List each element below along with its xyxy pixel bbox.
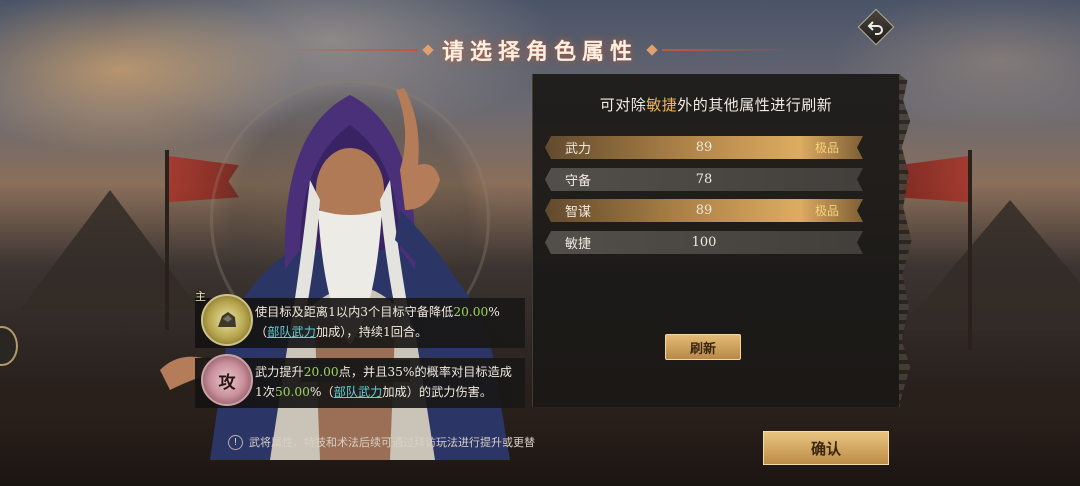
subtitle-text: 外的其他属性进行刷新	[677, 96, 833, 114]
header-ornament	[422, 44, 434, 56]
panel-subtitle: 可对除敏捷外的其他属性进行刷新	[533, 94, 899, 115]
stat-grade-badge: 极品	[814, 141, 839, 155]
hero-portrait	[150, 70, 530, 470]
skill-text: 武力提升	[255, 365, 304, 379]
header-ornament	[646, 44, 658, 56]
stat-row-intelligence: 智谋 89 极品	[545, 199, 863, 222]
subtitle-highlight: 敏捷	[646, 96, 678, 114]
stat-grade-badge: 极品	[814, 204, 839, 218]
header-divider	[662, 49, 792, 51]
stat-row-strength: 武力 89 极品	[545, 136, 863, 159]
skill-text: 加成），持续1回合。	[315, 325, 428, 339]
hint-bar: ! 武将属性、特技和术法后续可通过拜访玩法进行提升或更替	[228, 432, 535, 452]
info-icon: !	[228, 434, 243, 450]
confirm-button[interactable]: 确认	[763, 431, 889, 465]
skill-number: 20.00	[303, 365, 339, 379]
page-title: 请选择角色属性	[441, 39, 638, 65]
skill-description: 武力提升20.00点，并且35%的概率对目标造成1次50.00%（部队武力加成）…	[255, 362, 517, 402]
main-skill-icon[interactable]	[201, 294, 253, 346]
back-button-frame	[857, 8, 895, 46]
skill-tag-attack: 攻	[218, 372, 236, 393]
return-arrow-icon	[867, 21, 883, 35]
tent-shape	[900, 200, 1080, 330]
rock-emblem-icon	[218, 312, 236, 327]
skill-text: %（	[309, 385, 334, 399]
skill-tag-main: 主	[195, 290, 206, 303]
stat-row-agility: 敏捷 100	[545, 231, 863, 254]
skill-card-attack: 攻 武力提升20.00点，并且35%的概率对目标造成1次50.00%（部队武力加…	[195, 354, 525, 408]
skill-text: 使目标及距离1以内3个目标守备降低	[255, 305, 454, 319]
attack-skill-icon[interactable]: 攻	[201, 354, 253, 406]
skill-card-primary: 主 使目标及距离1以内3个目标守备降低20.00%（部队武力加成），持续1回合。	[195, 290, 525, 348]
skill-number: 50.00	[274, 385, 310, 399]
stat-row-defense: 守备 78	[545, 168, 863, 191]
hero-figure	[160, 88, 510, 460]
skill-description: 使目标及距离1以内3个目标守备降低20.00%（部队武力加成），持续1回合。	[255, 302, 517, 342]
attribute-panel: 可对除敏捷外的其他属性进行刷新 武力 89 极品 守备 78 智谋 89 极品 …	[532, 74, 900, 407]
banner-flag	[968, 150, 972, 350]
stat-value: 100	[691, 235, 717, 250]
skill-keyword-link[interactable]: 部队武力	[267, 325, 316, 339]
hint-text: 武将属性、特技和术法后续可通过拜访玩法进行提升或更替	[249, 436, 535, 449]
refresh-button[interactable]: 刷新	[665, 334, 741, 360]
page-header: 请选择角色属性	[0, 30, 1080, 70]
skill-number: 20.00	[453, 305, 489, 319]
header-divider	[287, 49, 418, 51]
subtitle-text: 可对除	[599, 96, 647, 114]
skill-text: 加成）的武力伤害。	[382, 385, 493, 399]
skill-keyword-link[interactable]: 部队武力	[334, 385, 383, 399]
stat-value: 78	[695, 172, 713, 187]
back-button[interactable]	[856, 8, 896, 46]
